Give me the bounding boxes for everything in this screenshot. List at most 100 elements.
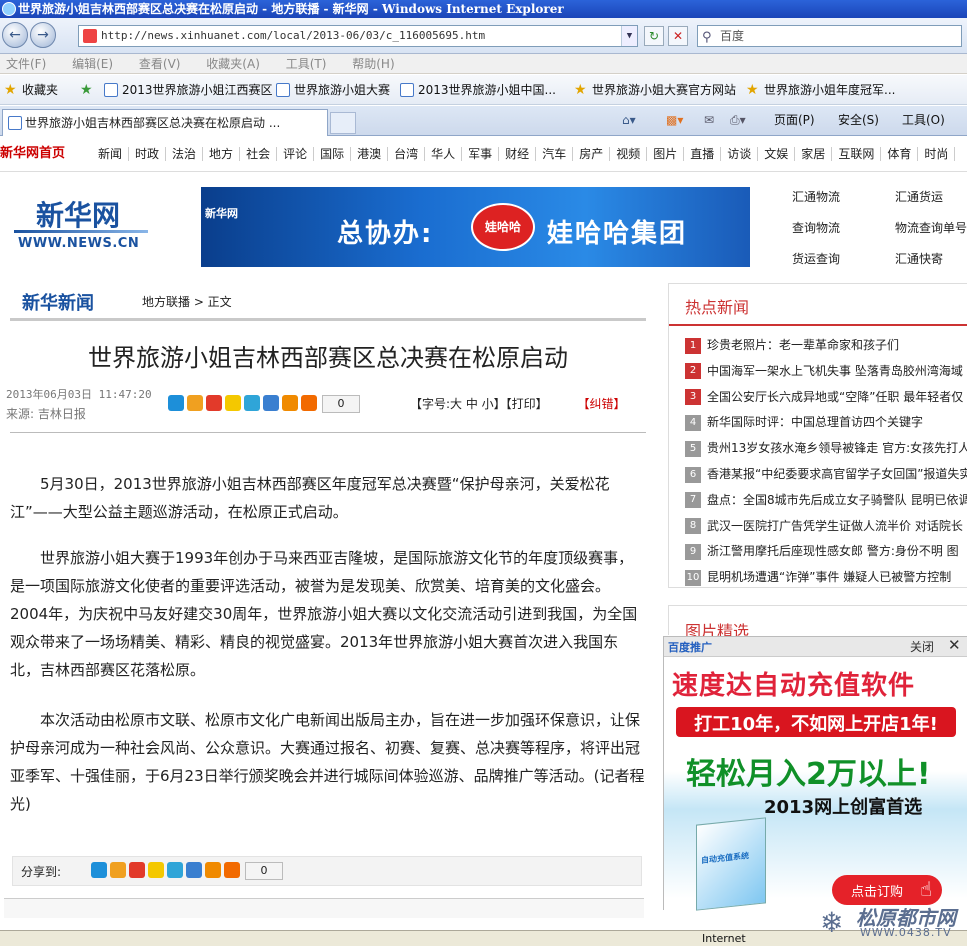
site-nav-item[interactable]: 时尚 — [918, 147, 956, 161]
url-dropdown-icon[interactable]: ▼ — [621, 26, 637, 46]
site-nav-item[interactable]: 互联网 — [832, 147, 882, 161]
fontsize-print-links[interactable]: 【字号:大 中 小】【打印】 — [410, 397, 548, 411]
site-nav-item[interactable]: 体育 — [881, 147, 919, 161]
site-nav-item[interactable]: 时政 — [129, 147, 167, 161]
header-link-6[interactable]: 汇通快寄 — [895, 250, 943, 267]
share-qzone-icon[interactable] — [91, 862, 107, 878]
hot-news-item[interactable]: 10 昆明机场遭遇“诈弹”事件 嫌疑人已被警方控制 — [685, 566, 967, 588]
site-nav-item[interactable]: 社会 — [240, 147, 278, 161]
close-icon[interactable]: ✕ — [948, 636, 961, 654]
share-tweibo-icon[interactable] — [225, 395, 241, 411]
share-more-icon[interactable] — [301, 395, 317, 411]
hot-news-link[interactable]: 香港某报“中纪委要求高官留学子女回国”报道失实 — [707, 467, 967, 481]
site-nav-item[interactable]: 评论 — [277, 147, 315, 161]
stop-icon[interactable]: ✕ — [668, 26, 688, 46]
share-renren-icon[interactable] — [186, 862, 202, 878]
favorite-link-1[interactable]: 2013世界旅游小姐江西赛区 — [104, 75, 273, 104]
back-icon[interactable]: ← — [2, 22, 28, 48]
hot-news-item[interactable]: 5 贵州13岁女孩水淹乡领导被锋走 官方:女孩先打人 — [685, 437, 967, 459]
home-icon[interactable]: ⌂▾ — [622, 111, 636, 129]
print-icon[interactable]: ⎙▾ — [730, 111, 746, 129]
menu-view[interactable]: 查看(V) — [139, 57, 181, 71]
hot-news-link[interactable]: 珍贵老照片：老一辈革命家和孩子们 — [707, 338, 899, 352]
new-tab-button[interactable] — [330, 112, 356, 134]
site-nav-item[interactable]: 财经 — [499, 147, 537, 161]
favorites-button[interactable]: ★ 收藏夹 — [4, 75, 58, 104]
header-link-4[interactable]: 物流查询单号 — [895, 219, 967, 236]
hot-news-item[interactable]: 2 中国海军一架水上飞机失事 坠落青岛胶州湾海域 — [685, 360, 967, 382]
hot-news-link[interactable]: 贵州13岁女孩水淹乡领导被锋走 官方:女孩先打人 — [707, 441, 967, 455]
site-nav-item[interactable]: 华人 — [425, 147, 463, 161]
share-renren-icon[interactable] — [263, 395, 279, 411]
breadcrumb[interactable]: 地方联播 > 正文 — [142, 293, 232, 310]
site-nav-item[interactable]: 法治 — [166, 147, 204, 161]
refresh-icon[interactable]: ↻ — [644, 26, 664, 46]
site-logo[interactable]: 新华网 WWW.NEWS.CN — [14, 190, 152, 258]
share-kaixin-icon[interactable] — [110, 862, 126, 878]
popup-ad-creative[interactable]: 速度达自动充值软件 打工10年，不如网上开店1年! 轻松月入2万以上! 2013… — [664, 657, 967, 911]
site-nav-item[interactable]: 直播 — [684, 147, 722, 161]
hot-news-link[interactable]: 盘点：全国8城市先后成立女子骑警队 昆明已依调 — [707, 493, 967, 507]
column-name[interactable]: 新华新闻 — [22, 289, 94, 315]
favorite-link-4[interactable]: ★ 世界旅游小姐大赛官方网站 — [574, 75, 736, 104]
hot-news-link[interactable]: 武汉一医院打广告凭学生证做人流半价 对话院长 — [707, 519, 963, 533]
share-taobao-icon[interactable] — [205, 862, 221, 878]
hot-news-item[interactable]: 9 浙江警用摩托后座现性感女郎 警方:身份不明 图 — [685, 540, 967, 562]
share-weibo-icon[interactable] — [129, 862, 145, 878]
page-menu[interactable]: 页面(P) — [774, 111, 815, 129]
url-input[interactable]: http://news.xinhuanet.com/local/2013-06/… — [78, 25, 638, 47]
header-link-5[interactable]: 货运查询 — [792, 250, 840, 267]
hot-news-link[interactable]: 中国海军一架水上飞机失事 坠落青岛胶州湾海域 — [707, 364, 963, 378]
hot-news-item[interactable]: 6 香港某报“中纪委要求高官留学子女回国”报道失实 — [685, 463, 967, 485]
report-error-link[interactable]: 【纠错】 — [578, 397, 626, 411]
header-link-3[interactable]: 查询物流 — [792, 219, 840, 236]
share-douban-icon[interactable] — [244, 395, 260, 411]
header-link-2[interactable]: 汇通货运 — [895, 188, 943, 205]
site-nav-item[interactable]: 军事 — [462, 147, 500, 161]
site-nav-item[interactable]: 访谈 — [721, 147, 759, 161]
menu-help[interactable]: 帮助(H) — [352, 57, 394, 71]
hot-news-link[interactable]: 全国公安厅长六成异地或“空降”任职 最年轻者仅 — [707, 390, 963, 404]
header-link-1[interactable]: 汇通物流 — [792, 188, 840, 205]
hot-news-link[interactable]: 新华国际时评：中国总理首访四个关键字 — [707, 415, 923, 429]
share-kaixin-icon[interactable] — [187, 395, 203, 411]
hot-news-item[interactable]: 4 新华国际时评：中国总理首访四个关键字 — [685, 411, 967, 433]
menu-favorites[interactable]: 收藏夹(A) — [206, 57, 260, 71]
hot-news-link[interactable]: 昆明机场遭遇“诈弹”事件 嫌疑人已被警方控制 — [707, 570, 951, 584]
site-nav-item[interactable]: 台湾 — [388, 147, 426, 161]
site-nav-item[interactable]: 汽车 — [536, 147, 574, 161]
share-more-icon[interactable] — [224, 862, 240, 878]
forward-icon[interactable]: → — [30, 22, 56, 48]
header-banner-ad[interactable]: 新华网 总协办: 娃哈哈 娃哈哈集团 — [201, 187, 750, 267]
hot-news-item[interactable]: 3 全国公安厅长六成异地或“空降”任职 最年轻者仅 — [685, 386, 967, 408]
favorite-link-3[interactable]: 2013世界旅游小姐中国... — [400, 75, 556, 104]
site-nav-item[interactable]: 港澳 — [351, 147, 389, 161]
safety-menu[interactable]: 安全(S) — [838, 111, 879, 129]
hot-news-link[interactable]: 浙江警用摩托后座现性感女郎 警方:身份不明 图 — [707, 544, 959, 558]
favorite-link-5[interactable]: ★ 世界旅游小姐年度冠军... — [746, 75, 895, 104]
mail-icon[interactable]: ✉ — [704, 111, 714, 129]
tools-menu[interactable]: 工具(O) — [902, 111, 945, 129]
site-nav-item[interactable]: 视频 — [610, 147, 648, 161]
hot-news-item[interactable]: 7 盘点：全国8城市先后成立女子骑警队 昆明已依调 — [685, 489, 967, 511]
share-douban-icon[interactable] — [167, 862, 183, 878]
share-qzone-icon[interactable] — [168, 395, 184, 411]
menu-file[interactable]: 文件(F) — [6, 57, 46, 71]
site-nav-item[interactable]: 地方 — [203, 147, 241, 161]
add-favorite-icon[interactable]: ★ — [80, 75, 100, 104]
site-nav-item[interactable]: 家居 — [795, 147, 833, 161]
site-nav-item[interactable]: 国际 — [314, 147, 352, 161]
popup-close-button[interactable]: 关闭 — [910, 638, 934, 655]
feed-icon[interactable]: ▩▾ — [666, 111, 683, 129]
site-nav-item[interactable]: 房产 — [573, 147, 611, 161]
share-taobao-icon[interactable] — [282, 395, 298, 411]
menu-tools[interactable]: 工具(T) — [286, 57, 327, 71]
favorite-link-2[interactable]: 世界旅游小姐大赛 — [276, 75, 390, 104]
search-input[interactable]: ⚲ 百度 — [697, 25, 962, 47]
tab-active[interactable]: 世界旅游小姐吉林西部赛区总决赛在松原启动 ... — [2, 109, 328, 136]
share-weibo-icon[interactable] — [206, 395, 222, 411]
hot-news-item[interactable]: 1 珍贵老照片：老一辈革命家和孩子们 — [685, 334, 967, 356]
share-tweibo-icon[interactable] — [148, 862, 164, 878]
menu-edit[interactable]: 编辑(E) — [72, 57, 113, 71]
site-nav-item[interactable]: 图片 — [647, 147, 685, 161]
